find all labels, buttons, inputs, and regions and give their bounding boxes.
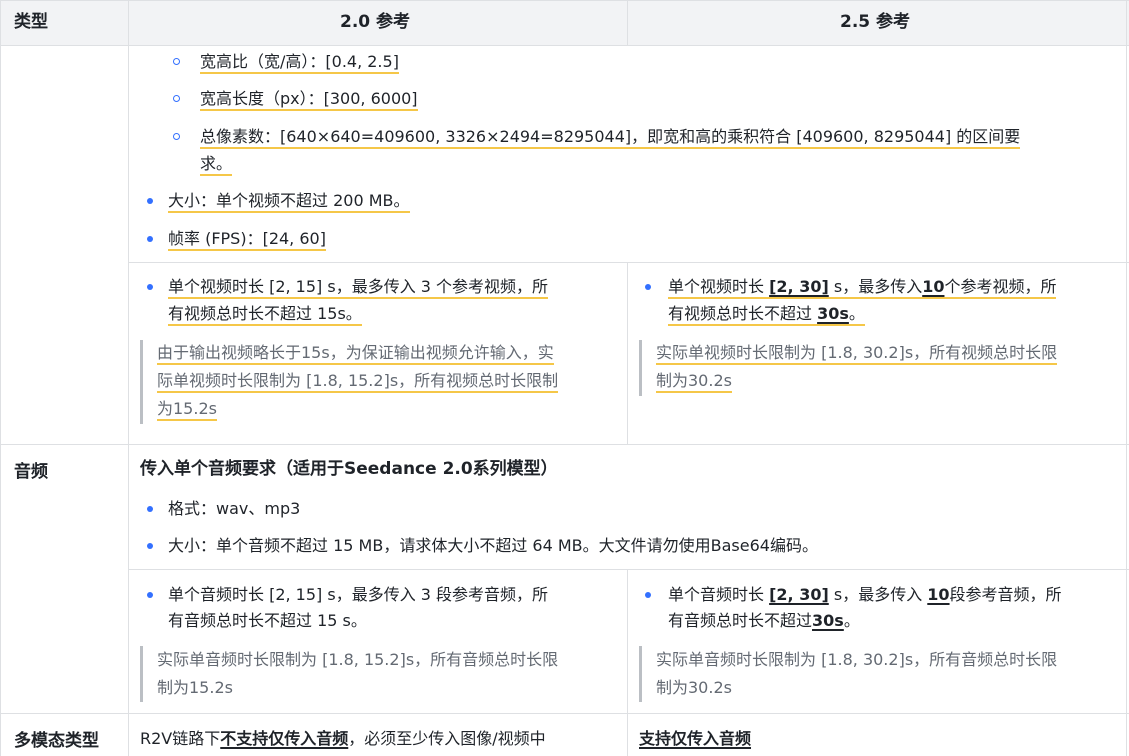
quote-bar [639,340,642,396]
list-bullet [147,284,153,290]
list-item: 宽高比（宽/高）：[0.4, 2.5] [200,48,399,75]
border-col2-audio [627,569,628,756]
note-line: 实际单音频时长限制为 [1.8, 15.2]s，所有音频总时长限 [157,650,559,669]
list-item-cont: 有视频总时长不超过 15s。 [168,300,362,327]
list-item: 大小：单个音频不超过 15 MB，请求体大小不超过 64 MB。大文件请勿使用B… [168,536,818,555]
border-left [0,0,1,756]
list-bullet [645,284,651,290]
row-label-multimodal: 多模态类型 [14,731,99,751]
border-col2-video [627,262,628,444]
note-line: 实际单音频时长限制为 [1.8, 30.2]s，所有音频总时长限 [656,650,1058,669]
audio-title: 传入单个音频要求（适用于Seedance 2.0系列模型） [140,459,558,479]
border-top [0,0,1129,1]
list-item-cont: 有音频总时长不超过30s。 [668,611,860,630]
list-item: 总像素数：[640×640=409600, 3326×2494=8295044]… [200,123,1021,150]
border-col2-header [627,0,628,45]
note-line: 制为30.2s [656,678,732,697]
list-bullet [147,543,153,549]
header-2-5: 2.5 参考 [840,12,911,32]
list-item: 帧率 (FPS)：[24, 60] [168,225,326,252]
list-bullet [147,198,153,204]
list-item-cont: 有音频总时长不超过 15 s。 [168,611,367,630]
border-right [1126,0,1127,756]
list-item: 大小：单个视频不超过 200 MB。 [168,187,410,214]
list-item: 单个音频时长 [2, 30] s，最多传入 10段参考音频，所 [668,585,1062,604]
quote-bar [639,646,642,702]
list-bullet [147,506,153,512]
border-video-audio [0,444,1129,445]
list-item-cont: 求。 [200,150,233,177]
list-item: 格式：wav、mp3 [168,499,301,518]
multimodal-2-5: 支持仅传入音频 [639,729,752,748]
note-line: 制为30.2s [656,367,732,395]
list-bullet [645,592,651,598]
list-bullet [147,236,153,242]
note-line: 际单视频时长限制为 [1.8, 15.2]s，所有视频总时长限制 [157,367,559,395]
quote-bar [140,340,143,424]
border-audio-split [129,569,1129,570]
list-bullet [173,58,180,65]
note-line: 由于输出视频略长于15s，为保证输出视频允许输入，实 [157,339,554,367]
row-label-audio: 音频 [14,462,48,482]
header-2-0: 2.0 参考 [340,12,411,32]
multimodal-2-0: R2V链路下不支持仅传入音频，必须至少传入图像/视频中 [140,729,546,748]
list-item: 单个视频时长 [2, 30] s，最多传入10个参考视频，所 [668,273,1057,300]
table-header [0,0,1129,45]
list-item: 单个音频时长 [2, 15] s，最多传入 3 段参考音频，所 [168,585,549,604]
note-line: 为15.2s [157,395,217,423]
list-item: 宽高长度（px）：[300, 6000] [200,85,418,112]
list-item: 单个视频时长 [2, 15] s，最多传入 3 个参考视频，所 [168,273,549,300]
border-header [0,45,1129,46]
border-video-split [129,262,1129,263]
note-line: 制为15.2s [157,678,233,697]
border-audio-multi [0,713,1129,714]
border-col1 [128,0,129,756]
list-bullet [173,95,180,102]
list-item-cont: 有视频总时长不超过 30s。 [668,300,865,327]
header-type: 类型 [14,12,48,32]
quote-bar [140,646,143,702]
note-line: 实际单视频时长限制为 [1.8, 30.2]s，所有视频总时长限 [656,339,1058,367]
list-bullet [173,133,180,140]
list-bullet [147,592,153,598]
